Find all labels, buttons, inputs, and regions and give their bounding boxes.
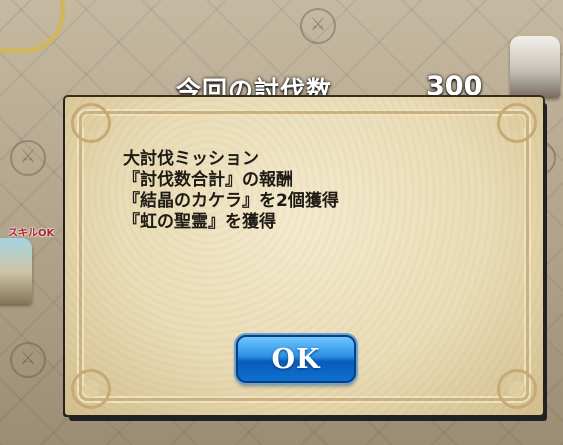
- sword-tile-icon: ⚔: [10, 342, 46, 378]
- ally-unit-sprite[interactable]: [0, 238, 32, 304]
- ok-button-label: OK: [271, 343, 321, 375]
- reward-line: 『討伐数合計』の報酬: [123, 170, 293, 190]
- reward-dialog: 大討伐ミッション 『討伐数合計』の報酬 『結晶のカケラ』を2個獲得 『虹の聖霊』…: [65, 97, 543, 415]
- reward-line: 『結晶のカケラ』を2個獲得: [123, 191, 339, 211]
- enemy-unit-sprite[interactable]: [510, 36, 560, 98]
- skill-ready-badge: スキルOK: [8, 228, 55, 239]
- mission-title: 大討伐ミッション: [123, 149, 259, 169]
- corner-ornament-icon: [71, 103, 111, 143]
- reward-line: 『虹の聖霊』を獲得: [123, 212, 276, 232]
- sword-tile-icon: ⚔: [10, 140, 46, 176]
- corner-ornament-icon: [71, 369, 111, 409]
- reward-message: 大討伐ミッション 『討伐数合計』の報酬 『結晶のカケラ』を2個獲得 『虹の聖霊』…: [123, 149, 503, 233]
- sword-tile-icon: ⚔: [300, 8, 336, 44]
- corner-ornament-icon: [497, 103, 537, 143]
- corner-ornament-icon: [497, 369, 537, 409]
- ok-button[interactable]: OK: [236, 335, 356, 383]
- board-path: [0, 0, 65, 53]
